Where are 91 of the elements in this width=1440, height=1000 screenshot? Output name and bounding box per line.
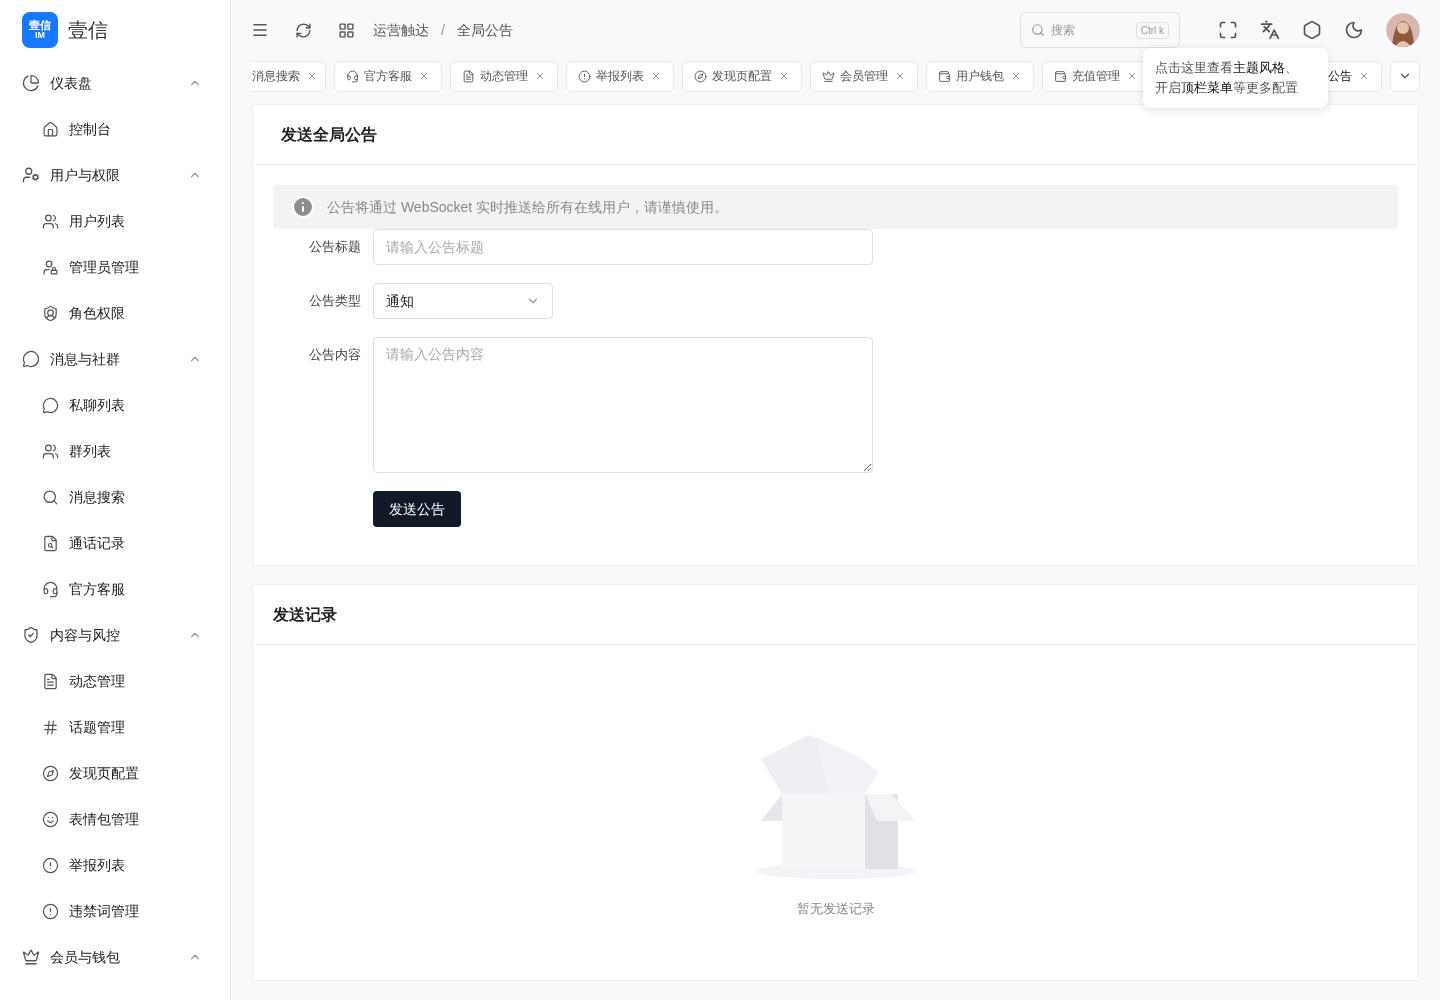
compass-icon <box>694 69 707 83</box>
sidebar-item[interactable]: 用户列表 <box>0 198 230 244</box>
sidebar-group[interactable]: 内容与风控 <box>0 612 230 658</box>
file-search-icon <box>42 534 59 552</box>
fullscreen-icon[interactable] <box>1218 20 1238 40</box>
sidebar-group[interactable]: 会员与钱包 <box>0 934 230 980</box>
logo-icon: 壹信 IM <box>22 12 58 48</box>
shield-check-icon <box>22 626 40 644</box>
info-icon <box>291 195 315 219</box>
field-label: 公告内容 <box>308 346 362 364</box>
close-icon[interactable] <box>535 71 545 81</box>
close-icon[interactable] <box>307 71 317 81</box>
tab[interactable]: 动态管理 <box>450 60 558 92</box>
document-icon <box>462 69 475 83</box>
card-title: 发送记录 <box>273 604 337 625</box>
sidebar-item[interactable]: 消息搜索 <box>0 474 230 520</box>
wallet-icon <box>1054 69 1067 83</box>
pie-chart-icon <box>22 74 40 92</box>
close-icon[interactable] <box>419 71 429 81</box>
sidebar-item[interactable]: 话题管理 <box>0 704 230 750</box>
breadcrumb-separator: / <box>441 20 445 40</box>
sidebar-item[interactable]: 表情包管理 <box>0 796 230 842</box>
close-icon[interactable] <box>1011 71 1021 81</box>
house-icon <box>42 120 59 138</box>
moon-icon[interactable] <box>1344 20 1364 40</box>
tab[interactable]: 官方客服 <box>334 60 442 92</box>
close-icon[interactable] <box>895 71 905 81</box>
grid-icon[interactable] <box>338 21 355 39</box>
alert-icon <box>42 902 59 920</box>
user-gear-icon <box>22 166 40 184</box>
field-label: 公告类型 <box>308 292 362 310</box>
send-button[interactable]: 发送公告 <box>373 491 461 527</box>
chat-bubble-icon <box>22 350 40 368</box>
users-icon <box>42 442 59 460</box>
users-icon <box>42 212 59 230</box>
sidebar-item[interactable]: 群列表 <box>0 428 230 474</box>
translate-icon[interactable] <box>1260 20 1280 40</box>
sidebar-item[interactable]: 动态管理 <box>0 658 230 704</box>
card-title: 发送全局公告 <box>281 124 377 145</box>
menu-icon[interactable] <box>251 21 269 39</box>
tab[interactable]: 举报列表 <box>566 60 674 92</box>
sidebar-item[interactable]: 角色权限 <box>0 290 230 336</box>
settings-icon[interactable] <box>1302 20 1322 40</box>
refresh-icon[interactable] <box>295 21 312 39</box>
tab[interactable]: 发现页配置 <box>682 60 802 92</box>
breadcrumb-item[interactable]: 运营触达 <box>373 19 429 41</box>
headset-icon <box>42 580 59 598</box>
tab[interactable]: 消息搜索 <box>251 60 326 92</box>
sidebar-item[interactable]: 私聊列表 <box>0 382 230 428</box>
field-label: 公告标题 <box>308 238 362 256</box>
tooltip: 点击这里查看主题风格、开启顶栏菜单等更多配置 <box>1143 48 1328 108</box>
crown-icon <box>22 948 40 966</box>
brand-name: 壹信 <box>68 18 108 43</box>
sidebar-item[interactable]: 通话记录 <box>0 520 230 566</box>
content-field[interactable]: 请输入公告内容 <box>373 337 873 473</box>
shortcut-badge: Ctrl k <box>1135 21 1169 39</box>
sidebar-item[interactable]: 控制台 <box>0 106 230 152</box>
hash-icon <box>42 718 59 736</box>
crown-icon <box>822 69 835 83</box>
sidebar-group[interactable]: 消息与社群 <box>0 336 230 382</box>
alert-icon <box>42 856 59 874</box>
tab[interactable]: 用户钱包 <box>926 60 1034 92</box>
sidebar-item[interactable]: 管理员管理 <box>0 244 230 290</box>
compass-icon <box>42 764 59 782</box>
sidebar-item[interactable]: 违禁词管理 <box>0 888 230 934</box>
breadcrumb-item: 全局公告 <box>456 20 513 40</box>
sidebar-group[interactable]: 用户与权限 <box>0 152 230 198</box>
close-icon[interactable] <box>651 71 661 81</box>
sidebar-item[interactable]: 发现页配置 <box>0 750 230 796</box>
chat-bubble-icon <box>42 396 59 414</box>
tab[interactable]: 会员管理 <box>810 60 918 92</box>
notice-text: 公告将通过 WebSocket 实时推送给所有在线用户，请谨慎使用。 <box>327 197 729 217</box>
user-lock-icon <box>42 258 59 276</box>
empty-text: 暂无发送记录 <box>796 900 875 918</box>
sidebar-item[interactable]: 举报列表 <box>0 842 230 888</box>
alert-icon <box>578 69 591 83</box>
type-select[interactable]: 通知 <box>373 283 553 319</box>
headset-icon <box>346 69 359 83</box>
smile-icon <box>42 810 59 828</box>
title-field[interactable]: 请输入公告标题 <box>373 229 873 265</box>
avatar[interactable] <box>1386 13 1420 47</box>
sidebar-item[interactable]: 官方客服 <box>0 566 230 612</box>
search-icon <box>1031 23 1045 37</box>
shield-user-icon <box>42 304 59 322</box>
search-icon <box>42 488 59 506</box>
close-icon[interactable] <box>1359 71 1369 81</box>
document-icon <box>42 672 59 690</box>
close-icon[interactable] <box>779 71 789 81</box>
wallet-icon <box>938 69 951 83</box>
close-icon[interactable] <box>1127 71 1137 81</box>
sidebar-group[interactable]: 仪表盘 <box>0 60 230 106</box>
